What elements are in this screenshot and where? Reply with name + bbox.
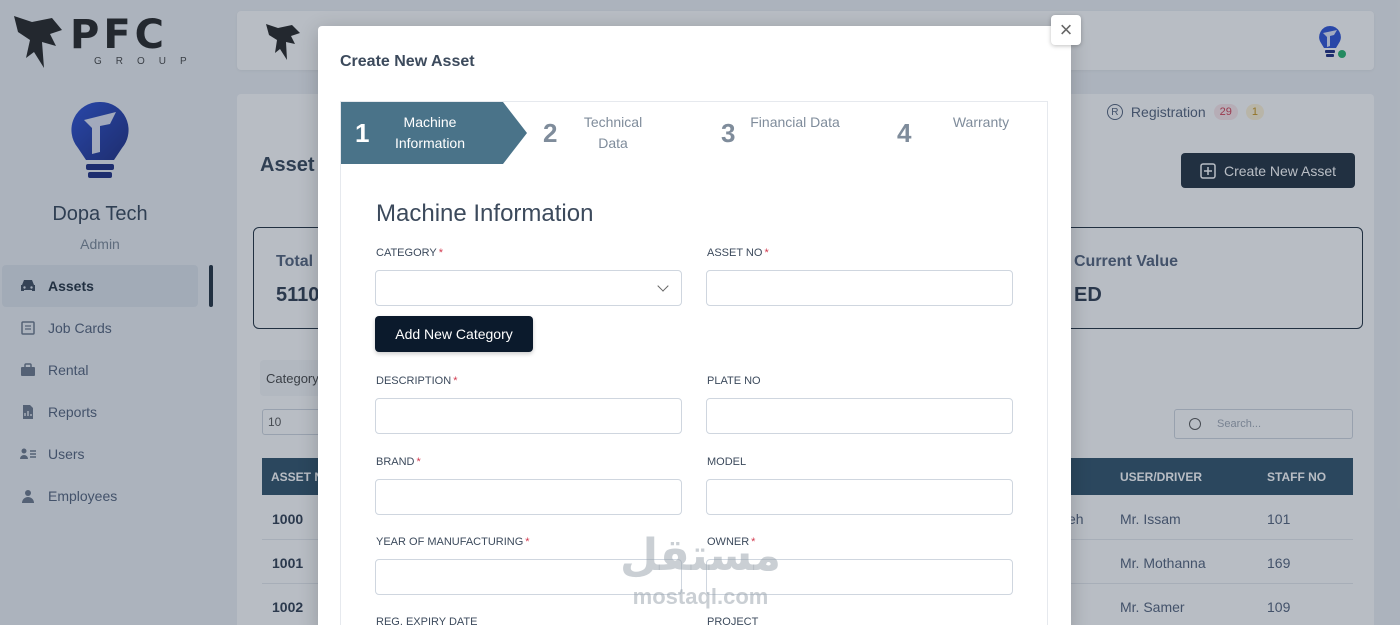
- step-label: Technical Data: [583, 114, 643, 151]
- label-year: YEAR OF MANUFACTURING *: [376, 536, 530, 548]
- step-machine-information[interactable]: 1 Machine Information: [341, 102, 527, 164]
- label-text: YEAR OF MANUFACTURING: [376, 536, 524, 548]
- label-reg-expiry: REG. EXPIRY DATE: [376, 616, 478, 625]
- label-category: CATEGORY *: [376, 247, 443, 259]
- section-title: Machine Information: [376, 200, 594, 227]
- label-asset-no: ASSET NO *: [707, 247, 769, 259]
- label-text: BRAND: [376, 456, 415, 468]
- label-project: PROJECT: [707, 616, 759, 625]
- close-button[interactable]: ×: [1051, 15, 1081, 45]
- required-mark: *: [438, 247, 443, 259]
- wizard-steps: 1 Machine Information 2 Technical Data 3…: [341, 102, 1049, 164]
- label-plate-no: PLATE NO: [707, 375, 761, 387]
- category-select[interactable]: [375, 270, 682, 306]
- required-mark: *: [416, 456, 421, 468]
- chevron-down-icon: [657, 280, 669, 292]
- modal-title: Create New Asset: [340, 53, 475, 70]
- step-number: 2: [543, 118, 558, 148]
- step-label: Warranty: [952, 114, 1010, 130]
- model-field[interactable]: [706, 479, 1013, 515]
- label-description: DESCRIPTION *: [376, 375, 457, 387]
- required-mark: *: [453, 375, 458, 387]
- plate-no-field[interactable]: [706, 398, 1013, 434]
- step-number: 1: [355, 118, 370, 148]
- brand-field[interactable]: [375, 479, 682, 515]
- step-label: Financial Data: [750, 114, 840, 130]
- label-text: CATEGORY: [376, 247, 437, 259]
- description-field[interactable]: [375, 398, 682, 434]
- required-mark: *: [525, 536, 530, 548]
- required-mark: *: [764, 247, 769, 259]
- label-brand: BRAND *: [376, 456, 421, 468]
- label-text: ASSET NO: [707, 247, 763, 259]
- step-number: 4: [897, 118, 912, 148]
- step-number: 3: [721, 118, 736, 148]
- label-model: MODEL: [707, 456, 747, 468]
- watermark-latin: mostaql.com: [632, 584, 769, 609]
- label-text: DESCRIPTION: [376, 375, 452, 387]
- asset-no-field[interactable]: [706, 270, 1013, 306]
- watermark: مستقل mostaql.com: [618, 530, 783, 610]
- add-new-category-button[interactable]: Add New Category: [375, 316, 533, 352]
- step-label: Machine Information: [394, 114, 466, 151]
- watermark-arabic: مستقل: [620, 530, 781, 581]
